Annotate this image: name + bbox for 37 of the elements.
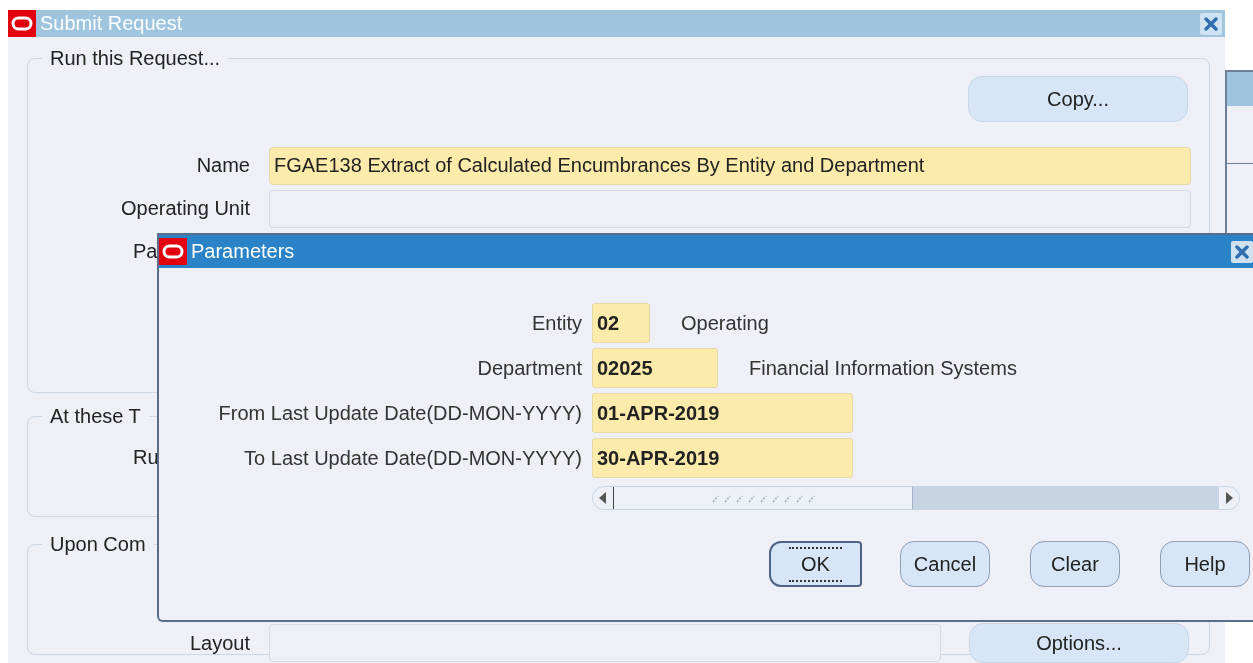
parameter-label: Department — [476, 356, 582, 380]
dialog-button[interactable]: Cancel — [900, 541, 990, 587]
group-heading: Run this Request... — [49, 47, 222, 70]
parameter-label: From Last Update Date(DD-MON-YYYY) — [217, 401, 582, 425]
app-logo-icon — [8, 10, 36, 37]
text-field[interactable] — [269, 624, 941, 662]
close-icon[interactable] — [1200, 12, 1222, 35]
group-heading: At these T — [49, 405, 142, 428]
dialog-button[interactable]: Help — [1160, 541, 1250, 587]
scroll-thumb[interactable] — [613, 487, 913, 509]
field-label: Ru — [133, 445, 159, 469]
field-label: Layout — [188, 631, 250, 655]
parameter-label: To Last Update Date(DD-MON-YYYY) — [243, 446, 582, 470]
grip-icon — [711, 493, 815, 503]
parameter-label: Entity — [530, 311, 582, 335]
field-label: Pa — [133, 240, 158, 263]
field-label: Operating Unit — [120, 197, 250, 220]
copy-button[interactable]: Copy... — [968, 76, 1188, 122]
close-icon[interactable] — [1231, 240, 1253, 263]
options-button[interactable]: Options... — [969, 623, 1189, 663]
dialog-title: Parameters — [191, 240, 295, 263]
text-field[interactable]: FGAE138 Extract of Calculated Encumbrances By Entity and Department — [269, 146, 1191, 185]
text-field[interactable] — [269, 189, 1191, 228]
parameter-field[interactable]: 02 — [592, 303, 650, 343]
window-title: Submit Request — [40, 12, 183, 35]
scroll-left-icon[interactable] — [599, 492, 607, 504]
group-heading: Upon Com — [49, 533, 147, 556]
parameter-field[interactable]: 01-APR-2019 — [592, 393, 853, 433]
parameter-description: Financial Information Systems — [749, 356, 1017, 380]
app-logo-icon — [159, 238, 187, 265]
dialog-button[interactable]: OK — [769, 541, 862, 587]
horizontal-scrollbar[interactable] — [592, 486, 1240, 510]
parameter-field[interactable]: 30-APR-2019 — [592, 438, 853, 478]
parameter-description: Operating — [681, 311, 769, 335]
field-label: Name — [195, 154, 250, 177]
dialog-button[interactable]: Clear — [1030, 541, 1120, 587]
parameter-field[interactable]: 02025 — [592, 348, 718, 388]
